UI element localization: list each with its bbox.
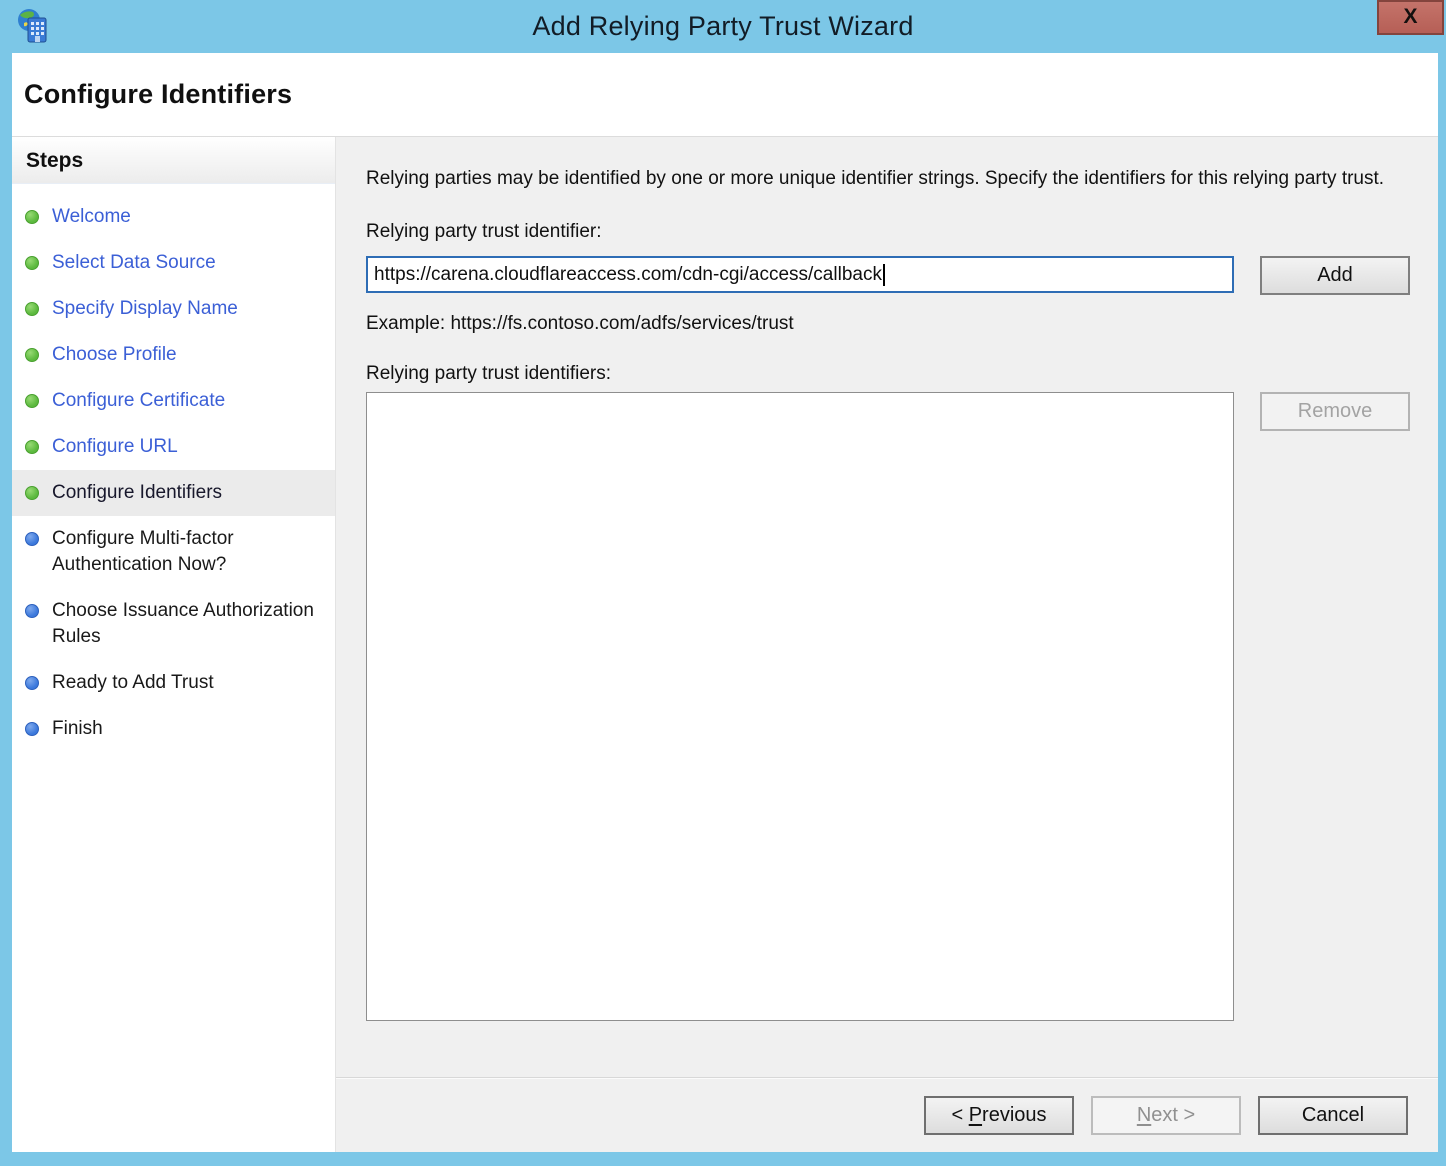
sidebar-step-welcome[interactable]: Welcome	[12, 194, 335, 240]
previous-label-pre: <	[951, 1104, 968, 1126]
step-bullet-icon	[25, 440, 39, 454]
wizard-content: Relying parties may be identified by one…	[336, 137, 1438, 1152]
step-bullet-icon	[25, 604, 39, 618]
sidebar-step-choose-profile[interactable]: Choose Profile	[12, 332, 335, 378]
step-bullet-icon	[25, 676, 39, 690]
sidebar-step-ready-to-add-trust: Ready to Add Trust	[12, 660, 335, 706]
identifier-input-value: https://carena.cloudflareaccess.com/cdn-…	[374, 264, 882, 286]
step-bullet-icon	[25, 394, 39, 408]
identifier-input[interactable]: https://carena.cloudflareaccess.com/cdn-…	[366, 256, 1234, 293]
step-bullet-icon	[25, 348, 39, 362]
sidebar-step-configure-multi-factor-authentication-now: Configure Multi-factor Authentication No…	[12, 516, 335, 588]
sidebar-step-configure-url[interactable]: Configure URL	[12, 424, 335, 470]
window-title: Add Relying Party Trust Wizard	[532, 11, 913, 42]
page-title: Configure Identifiers	[24, 79, 292, 110]
add-button[interactable]: Add	[1260, 256, 1410, 295]
step-bullet-icon	[25, 302, 39, 316]
sidebar-step-finish: Finish	[12, 706, 335, 752]
identifier-label: Relying party trust identifier:	[366, 221, 1410, 243]
adfs-app-icon	[16, 8, 50, 44]
identifiers-list-label: Relying party trust identifiers:	[366, 363, 1410, 385]
step-label: Configure Identifiers	[52, 482, 222, 503]
title-bar: Add Relying Party Trust Wizard X	[0, 0, 1446, 53]
previous-label-accel: P	[969, 1104, 982, 1126]
step-bullet-icon	[25, 532, 39, 546]
add-button-label: Add	[1317, 264, 1353, 286]
sidebar-step-specify-display-name[interactable]: Specify Display Name	[12, 286, 335, 332]
step-label: Ready to Add Trust	[52, 672, 214, 693]
step-bullet-icon	[25, 210, 39, 224]
close-icon: X	[1403, 5, 1417, 28]
step-bullet-icon	[25, 486, 39, 500]
remove-button: Remove	[1260, 392, 1410, 431]
previous-button[interactable]: < Previous	[924, 1096, 1074, 1135]
wizard-window: Configure Identifiers Steps Welcome Selec…	[12, 53, 1438, 1152]
step-label: Welcome	[52, 206, 131, 227]
identifiers-listbox[interactable]	[366, 392, 1234, 1021]
page-header: Configure Identifiers	[12, 53, 1438, 137]
steps-list: Welcome Select Data Source Specify Display…	[12, 184, 335, 752]
sidebar-step-choose-issuance-authorization-rules: Choose Issuance Authorization Rules	[12, 588, 335, 660]
next-label-rest: ext >	[1151, 1104, 1195, 1126]
step-label: Finish	[52, 718, 103, 739]
steps-header: Steps	[12, 137, 335, 184]
step-label: Choose Issuance Authorization Rules	[52, 600, 314, 647]
step-label: Choose Profile	[52, 344, 177, 365]
step-label: Specify Display Name	[52, 298, 238, 319]
sidebar-step-configure-identifiers[interactable]: Configure Identifiers	[12, 470, 335, 516]
intro-text: Relying parties may be identified by one…	[366, 165, 1398, 192]
step-label: Configure Multi-factor Authentication No…	[52, 528, 234, 575]
sidebar-step-select-data-source[interactable]: Select Data Source	[12, 240, 335, 286]
cancel-button-label: Cancel	[1302, 1104, 1364, 1126]
previous-label-rest: revious	[982, 1104, 1046, 1126]
step-label: Configure URL	[52, 436, 178, 457]
next-button: Next >	[1091, 1096, 1241, 1135]
step-label: Select Data Source	[52, 252, 216, 273]
cancel-button[interactable]: Cancel	[1258, 1096, 1408, 1135]
sidebar-step-configure-certificate[interactable]: Configure Certificate	[12, 378, 335, 424]
text-caret	[883, 264, 885, 286]
remove-button-label: Remove	[1298, 400, 1372, 422]
close-button[interactable]: X	[1377, 0, 1444, 35]
next-label-accel: N	[1137, 1104, 1151, 1126]
steps-sidebar: Steps Welcome Select Data Source Specify D…	[12, 137, 336, 1152]
step-bullet-icon	[25, 256, 39, 270]
example-text: Example: https://fs.contoso.com/adfs/ser…	[366, 313, 1410, 335]
step-bullet-icon	[25, 722, 39, 736]
step-label: Configure Certificate	[52, 390, 225, 411]
wizard-footer: < Previous Next > Cancel	[336, 1077, 1438, 1152]
